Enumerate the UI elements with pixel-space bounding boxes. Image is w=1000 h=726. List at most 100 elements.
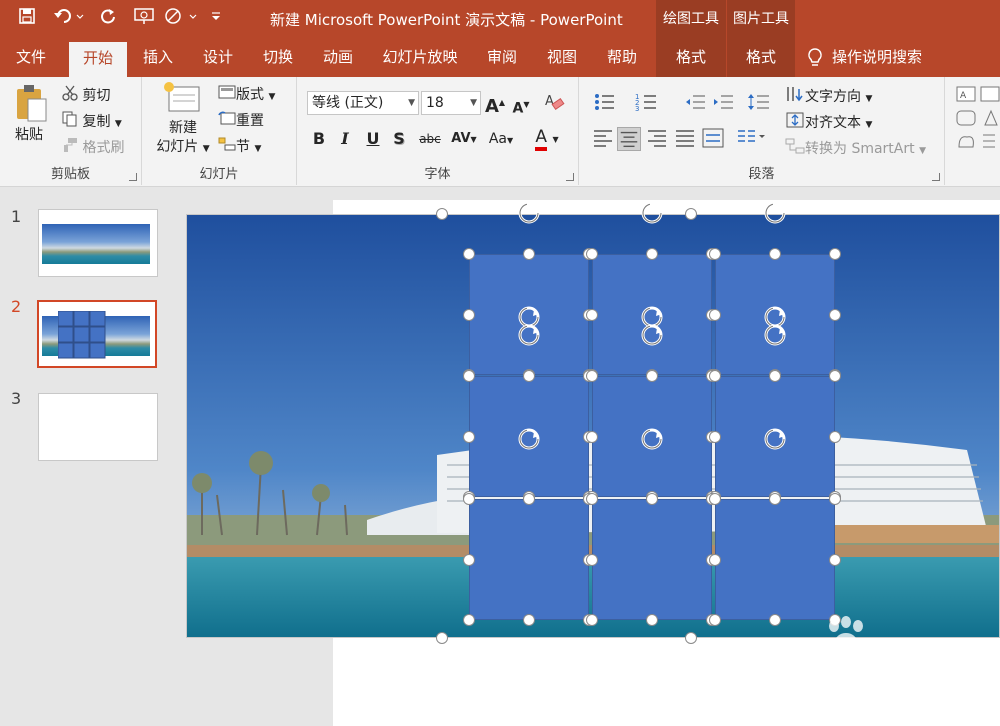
resize-handle[interactable] <box>463 614 475 626</box>
grid-shape-7[interactable] <box>469 499 589 620</box>
line-spacing-icon[interactable] <box>747 91 771 115</box>
rotate-handle-icon[interactable] <box>639 200 665 226</box>
resize-handle[interactable] <box>463 370 475 382</box>
justify-icon[interactable] <box>673 127 697 151</box>
rotate-handle-icon[interactable] <box>516 426 542 452</box>
rotate-handle-icon[interactable] <box>762 426 788 452</box>
resize-handle[interactable] <box>463 493 475 505</box>
resize-handle[interactable] <box>709 370 721 382</box>
character-spacing-button[interactable]: AV▼ <box>449 127 479 152</box>
resize-handle[interactable] <box>709 248 721 260</box>
convert-smartart-button[interactable]: 转换为 SmartArt ▼ <box>785 137 926 161</box>
resize-handle[interactable] <box>829 493 841 505</box>
section-button[interactable]: 节 ▼ <box>218 137 261 159</box>
grow-font-button[interactable]: A▲ <box>483 91 507 119</box>
save-icon[interactable] <box>14 7 40 32</box>
resize-handle[interactable] <box>586 248 598 260</box>
tab-insert[interactable]: 插入 <box>131 38 185 77</box>
resize-handle[interactable] <box>463 553 475 566</box>
resize-handle[interactable] <box>829 430 841 443</box>
tab-slideshow[interactable]: 幻灯片放映 <box>372 38 468 77</box>
tab-drawing-format[interactable]: 格式 <box>656 38 726 77</box>
resize-handle[interactable] <box>586 370 598 382</box>
resize-handle[interactable] <box>709 308 721 321</box>
copy-button[interactable]: 复制 ▼ <box>62 111 122 134</box>
rotate-handle-icon[interactable] <box>639 426 665 452</box>
clipboard-launcher-icon[interactable] <box>129 173 137 181</box>
align-right-icon[interactable] <box>645 127 669 151</box>
grid-shape-8[interactable] <box>592 499 712 620</box>
resize-handle[interactable] <box>463 308 475 321</box>
new-slide-button[interactable]: 新建 幻灯片 ▼ <box>152 81 214 161</box>
resize-handle[interactable] <box>586 553 598 566</box>
resize-handle[interactable] <box>646 493 658 505</box>
font-launcher-icon[interactable] <box>566 173 574 181</box>
shapes-gallery[interactable]: A <box>955 85 1000 159</box>
tab-transitions[interactable]: 切换 <box>251 38 305 77</box>
reset-button[interactable]: 重置 <box>218 111 264 131</box>
tab-help[interactable]: 帮助 <box>595 38 649 77</box>
resize-handle[interactable] <box>829 370 841 382</box>
resize-handle[interactable] <box>463 248 475 260</box>
align-text-button[interactable]: 对齐文本 ▼ <box>785 111 872 135</box>
bullets-icon[interactable] <box>593 91 617 115</box>
customize-qat-icon[interactable] <box>206 7 226 32</box>
align-center-icon[interactable] <box>617 127 641 151</box>
rotate-handle-icon[interactable] <box>639 322 665 348</box>
increase-indent-icon[interactable] <box>711 91 735 115</box>
shrink-font-button[interactable]: A▼ <box>509 93 533 121</box>
present-from-start-icon[interactable] <box>130 7 158 32</box>
clear-format-icon[interactable]: A <box>543 91 567 115</box>
format-painter-button[interactable]: 格式刷 <box>62 137 124 159</box>
resize-handle[interactable] <box>523 248 535 260</box>
align-left-icon[interactable] <box>591 127 615 151</box>
resize-handle[interactable] <box>829 248 841 260</box>
underline-button[interactable]: U <box>361 127 385 151</box>
shadow-button[interactable]: S <box>387 127 411 151</box>
font-name-combo[interactable]: 等线 (正文) ▼ <box>307 91 419 115</box>
resize-handle[interactable] <box>523 370 535 382</box>
tab-review[interactable]: 审阅 <box>475 38 529 77</box>
change-case-button[interactable]: Aa▼ <box>485 127 517 153</box>
resize-handle[interactable] <box>769 370 781 382</box>
font-color-button[interactable]: A ▼ <box>529 125 565 152</box>
cut-button[interactable]: 剪切 <box>62 85 110 107</box>
resize-handle[interactable] <box>709 614 721 626</box>
numbering-icon[interactable]: 123 <box>635 91 659 115</box>
text-direction-button[interactable]: 文字方向 ▼ <box>785 85 872 109</box>
resize-handle[interactable] <box>586 493 598 505</box>
tell-me-search[interactable]: 操作说明搜索 <box>832 38 924 77</box>
resize-handle[interactable] <box>586 308 598 321</box>
rotate-handle-icon[interactable] <box>516 322 542 348</box>
resize-handle[interactable] <box>829 553 841 566</box>
picture-resize-handle[interactable] <box>685 632 697 644</box>
resize-handle[interactable] <box>463 430 475 443</box>
undo-icon[interactable] <box>50 7 88 32</box>
rotate-handle-icon[interactable] <box>762 200 788 226</box>
rotate-handle-icon[interactable] <box>762 322 788 348</box>
resize-handle[interactable] <box>646 614 658 626</box>
resize-handle[interactable] <box>829 308 841 321</box>
distributed-icon[interactable] <box>701 127 725 151</box>
resize-handle[interactable] <box>769 248 781 260</box>
tab-home[interactable]: 开始 <box>69 42 127 77</box>
rotate-handle-icon[interactable] <box>516 200 542 226</box>
resize-handle[interactable] <box>709 493 721 505</box>
resize-handle[interactable] <box>586 614 598 626</box>
slide-thumbnail-2[interactable] <box>37 300 157 368</box>
picture-resize-handle[interactable] <box>436 208 448 220</box>
tab-picture-format[interactable]: 格式 <box>727 38 795 77</box>
tab-animations[interactable]: 动画 <box>311 38 365 77</box>
resize-handle[interactable] <box>646 248 658 260</box>
resize-handle[interactable] <box>646 370 658 382</box>
picture-resize-handle[interactable] <box>685 208 697 220</box>
tab-design[interactable]: 设计 <box>191 38 245 77</box>
resize-handle[interactable] <box>586 430 598 443</box>
strikethrough-button[interactable]: abc <box>415 127 445 151</box>
paragraph-launcher-icon[interactable] <box>932 173 940 181</box>
redo-icon[interactable] <box>96 7 120 32</box>
decrease-indent-icon[interactable] <box>683 91 707 115</box>
resize-handle[interactable] <box>523 493 535 505</box>
resize-handle[interactable] <box>709 430 721 443</box>
resize-handle[interactable] <box>523 614 535 626</box>
